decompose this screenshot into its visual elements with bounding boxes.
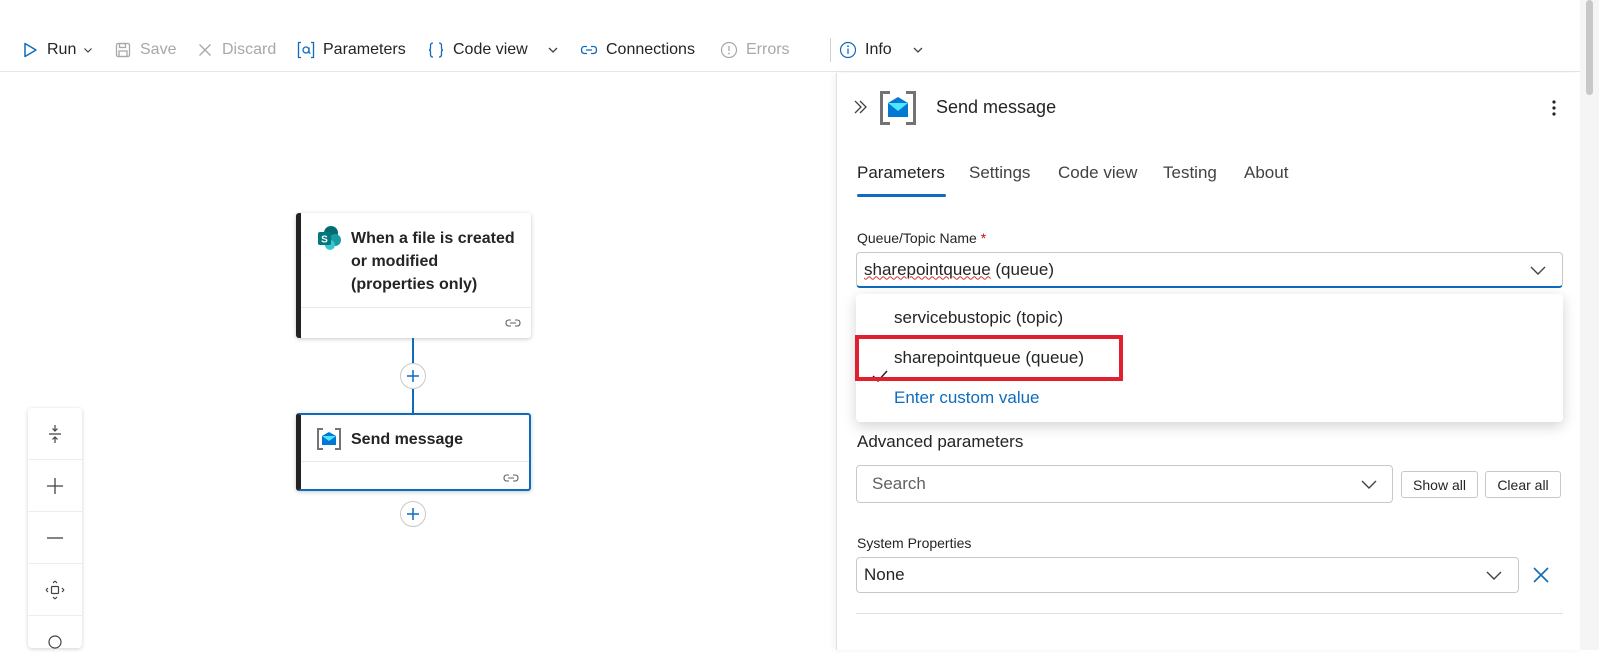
advanced-parameters-search[interactable]	[856, 465, 1393, 503]
tab-code-view[interactable]: Code view	[1058, 163, 1137, 183]
fit-vertical-button[interactable]	[28, 408, 82, 460]
active-tab-indicator	[857, 194, 946, 197]
play-icon	[20, 40, 40, 60]
discard-label: Discard	[222, 41, 277, 58]
clear-all-button[interactable]: Clear all	[1485, 471, 1561, 498]
minimap-button[interactable]	[28, 616, 82, 668]
queue-topic-label: Queue/Topic Name *	[857, 230, 987, 246]
trigger-card[interactable]: S When a file is created or modified (pr…	[296, 213, 531, 338]
card-divider	[301, 307, 531, 308]
link-icon	[503, 474, 519, 482]
designer-toolbar: Run Save Discard Parameters Code view Co…	[0, 0, 1599, 72]
insert-step-button[interactable]	[400, 363, 426, 389]
workflow-canvas[interactable]: S When a file is created or modified (pr…	[0, 73, 836, 650]
parameters-icon	[296, 40, 316, 60]
chevron-down-icon	[1361, 480, 1377, 489]
toolbar-divider	[830, 38, 831, 62]
enter-custom-value-link[interactable]: Enter custom value	[894, 388, 1040, 408]
scrollbar-thumb[interactable]	[1586, 0, 1593, 95]
system-properties-label: System Properties	[857, 535, 972, 551]
more-vertical-icon[interactable]	[1546, 98, 1562, 118]
send-message-card[interactable]: Send message	[296, 413, 531, 491]
zoom-out-button[interactable]	[28, 512, 82, 564]
code-view-chevron-down-icon[interactable]	[547, 44, 559, 56]
sharepoint-icon: S	[318, 226, 341, 250]
zoom-in-button[interactable]	[28, 460, 82, 512]
minus-icon	[47, 536, 63, 539]
discard-button[interactable]: Discard	[195, 36, 276, 64]
parameters-label: Parameters	[323, 41, 406, 58]
chevron-down-icon	[84, 48, 93, 53]
tab-settings[interactable]: Settings	[969, 163, 1030, 183]
search-input[interactable]	[872, 474, 1332, 494]
plus-icon	[47, 477, 63, 494]
service-bus-icon	[317, 428, 341, 450]
run-button[interactable]: Run	[20, 36, 93, 64]
plus-icon	[407, 508, 419, 520]
canvas-controls	[28, 408, 82, 649]
connections-label: Connections	[606, 41, 695, 58]
trigger-title-line1: When a file is created	[351, 230, 515, 247]
link-icon	[505, 319, 521, 327]
tab-about[interactable]: About	[1244, 163, 1288, 183]
queue-value-suffix: (queue)	[990, 259, 1054, 279]
chevron-down-icon	[1530, 266, 1546, 275]
info-circle-icon	[838, 40, 858, 60]
svg-text:S: S	[321, 235, 328, 246]
trigger-title-line3: (properties only)	[351, 276, 478, 293]
action-title: Send message	[351, 431, 464, 448]
save-label: Save	[140, 41, 177, 58]
chevron-double-right-icon[interactable]	[852, 99, 868, 115]
queue-value: sharepointqueue	[864, 259, 991, 279]
action-details-panel: Send message Parameters Settings Code vi…	[836, 73, 1580, 650]
system-properties-value: None	[864, 565, 905, 584]
section-divider	[856, 613, 1563, 614]
braces-icon	[426, 40, 446, 60]
errors-button[interactable]: Errors	[719, 36, 790, 64]
chevron-down-icon	[1486, 571, 1502, 580]
system-properties-dropdown[interactable]: None	[856, 557, 1519, 593]
panel-title: Send message	[936, 97, 1057, 117]
card-divider	[301, 461, 529, 462]
fit-view-button[interactable]	[28, 564, 82, 616]
tab-parameters[interactable]: Parameters	[857, 163, 945, 183]
code-view-button[interactable]: Code view	[426, 36, 528, 64]
run-label: Run	[47, 41, 77, 58]
connector-line	[412, 389, 414, 413]
plus-icon	[407, 370, 419, 382]
info-label: Info	[865, 41, 892, 58]
add-step-button[interactable]	[400, 501, 426, 527]
parameters-button[interactable]: Parameters	[296, 36, 406, 64]
fit-view-icon	[45, 580, 65, 599]
link-icon	[579, 40, 599, 60]
info-button[interactable]: Info	[838, 36, 892, 64]
connections-button[interactable]: Connections	[579, 36, 695, 64]
advanced-parameters-label: Advanced parameters	[857, 432, 1024, 451]
trigger-title-line2: or modified	[351, 253, 439, 270]
collapse-vertical-icon	[49, 424, 61, 443]
tab-testing[interactable]: Testing	[1163, 163, 1217, 183]
code-view-label: Code view	[453, 41, 528, 58]
show-all-button[interactable]: Show all	[1401, 471, 1478, 498]
save-icon	[113, 40, 133, 60]
service-bus-icon	[880, 91, 916, 125]
page-scrollbar[interactable]	[1580, 0, 1599, 650]
info-chevron-down-icon[interactable]	[912, 44, 924, 56]
info-circle-icon	[719, 40, 739, 60]
close-icon	[195, 40, 215, 60]
annotation-highlight-box	[855, 335, 1123, 381]
errors-label: Errors	[746, 41, 790, 58]
queue-topic-dropdown[interactable]: sharepointqueue (queue)	[856, 252, 1563, 288]
option-servicebustopic[interactable]: servicebustopic (topic)	[894, 308, 1063, 328]
remove-parameter-icon[interactable]	[1531, 565, 1551, 585]
save-button[interactable]: Save	[113, 36, 176, 64]
map-icon	[48, 635, 62, 649]
